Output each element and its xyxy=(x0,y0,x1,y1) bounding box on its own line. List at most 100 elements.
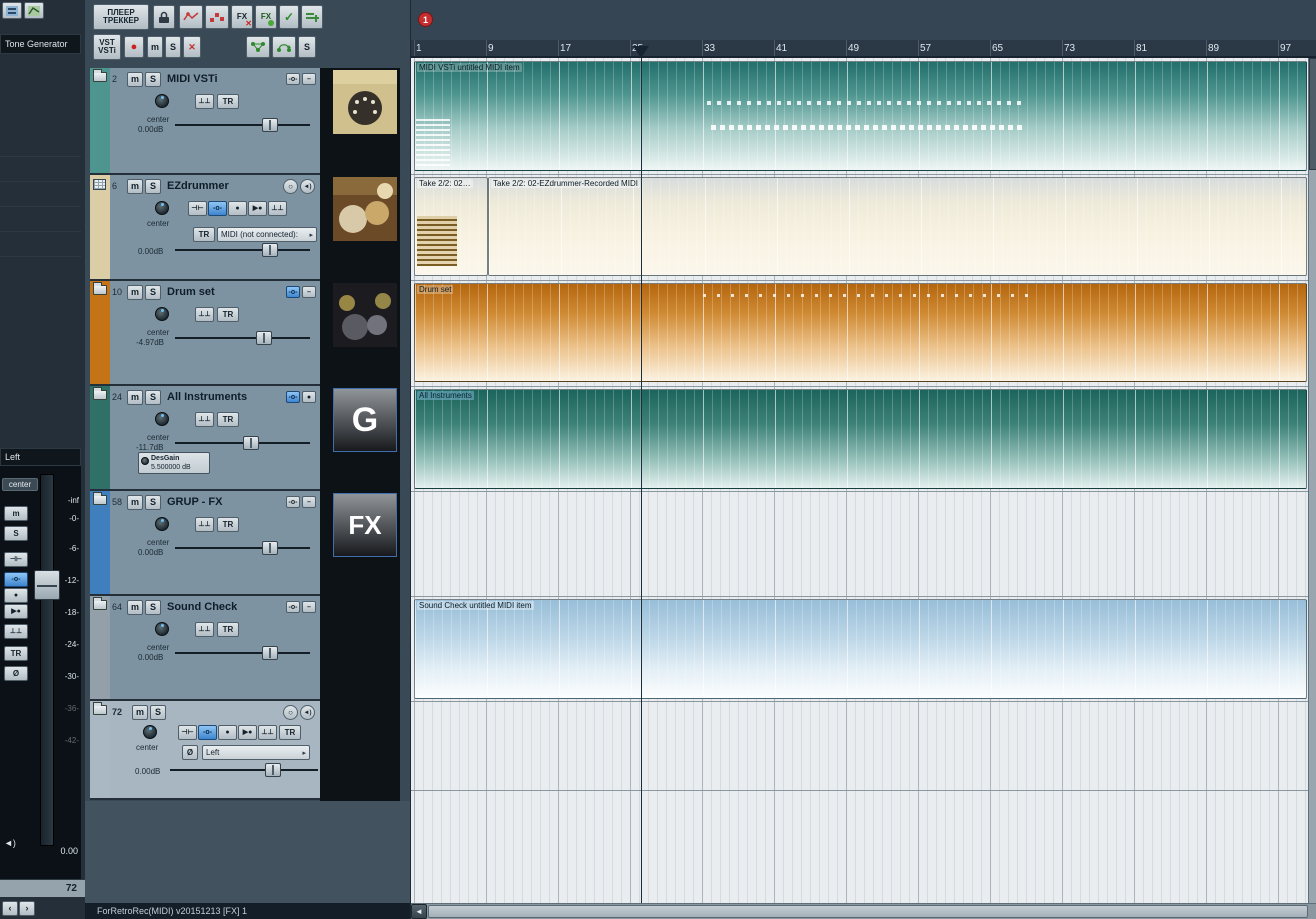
env-mini-button[interactable]: -o- xyxy=(286,496,300,508)
pan-knob[interactable] xyxy=(155,94,169,108)
add-track-icon[interactable] xyxy=(301,5,323,29)
track-image-midi-vsti[interactable] xyxy=(333,70,397,134)
pan-knob[interactable] xyxy=(143,725,157,739)
channels-button[interactable]: ⊥⊥ xyxy=(195,517,214,532)
remove-x-button[interactable]: ✕ xyxy=(183,36,201,58)
solo-button[interactable]: S xyxy=(145,179,161,194)
mute-button[interactable]: m xyxy=(132,705,148,720)
record-mode-button[interactable]: ● xyxy=(228,201,247,216)
master-record-button[interactable]: ● xyxy=(4,588,28,603)
volume-fader[interactable] xyxy=(175,646,310,660)
envelope-write-icon[interactable] xyxy=(179,5,203,29)
folder-icon[interactable] xyxy=(93,282,107,295)
fx-bypass-button[interactable]: FX ✕ xyxy=(231,5,253,29)
tr-button[interactable]: TR xyxy=(279,725,301,740)
env-button[interactable]: -o- xyxy=(208,201,227,216)
track-name[interactable]: MIDI VSTi xyxy=(167,73,218,85)
env-io-button[interactable]: ⊣⊢ xyxy=(178,725,197,740)
track-name[interactable]: All Instruments xyxy=(167,391,247,403)
record-mode-button[interactable]: ● xyxy=(218,725,237,740)
volume-fader[interactable] xyxy=(175,243,310,257)
track-color-strip[interactable] xyxy=(90,386,110,489)
master-mute-button[interactable]: m xyxy=(4,506,28,521)
mute-toolbar-button[interactable]: m xyxy=(147,36,163,58)
tr-button[interactable]: TR xyxy=(193,227,215,242)
solo-button[interactable]: S xyxy=(145,72,161,87)
hscroll-left-arrow[interactable]: ◄ xyxy=(411,904,427,919)
folder-icon[interactable] xyxy=(93,597,107,610)
scroll-left-button[interactable]: ‹ xyxy=(2,901,18,916)
media-item-take1[interactable]: Take 2/2: 02… xyxy=(414,177,488,276)
volume-fader[interactable] xyxy=(175,331,310,345)
output-routing-dropdown[interactable]: Left ▸ xyxy=(202,745,310,760)
record-arm-button[interactable]: ○ xyxy=(283,705,298,720)
master-fader-thumb[interactable] xyxy=(34,570,60,600)
mute-button[interactable]: m xyxy=(127,495,143,510)
solo-button[interactable]: S xyxy=(145,495,161,510)
pan-knob[interactable] xyxy=(155,517,169,531)
track-badge-g[interactable]: G xyxy=(333,388,397,452)
channels-button[interactable]: ⊥⊥ xyxy=(195,307,214,322)
track-panel-midi-vsti[interactable]: 2 m S MIDI VSTi -o- – ⊥⊥ TR center 0.00d… xyxy=(90,68,320,175)
scroll-right-button[interactable]: › xyxy=(19,901,35,916)
track-badge-fx[interactable]: FX xyxy=(333,493,397,557)
monitor-button[interactable]: ▶● xyxy=(238,725,257,740)
folder-icon[interactable] xyxy=(93,387,107,400)
mute-button[interactable]: m xyxy=(127,72,143,87)
mute-button[interactable]: m xyxy=(127,179,143,194)
solo-all-button[interactable]: S xyxy=(298,36,316,58)
envelope-panel-icon[interactable] xyxy=(24,2,44,19)
track-panel-sound-check[interactable]: 64 m S Sound Check -o- – ⊥⊥ TR center 0.… xyxy=(90,596,320,701)
master-solo-button[interactable]: S xyxy=(4,526,28,541)
fx-mini-button[interactable]: – xyxy=(302,73,316,85)
master-tr-button[interactable]: TR xyxy=(4,646,28,661)
arrange-top-band[interactable] xyxy=(411,0,1316,40)
master-fader-groove[interactable] xyxy=(40,474,54,846)
mute-button[interactable]: m xyxy=(127,390,143,405)
channels-button[interactable]: ⊥⊥ xyxy=(268,201,287,216)
fx-mini-button[interactable]: – xyxy=(302,286,316,298)
channels-button[interactable]: ⊥⊥ xyxy=(195,622,214,637)
fx-mini-button[interactable]: ● xyxy=(302,391,316,403)
vst-vsti-button[interactable]: VST VSTi xyxy=(93,34,121,60)
volume-fader[interactable] xyxy=(175,541,310,555)
monitor-speaker-button[interactable]: ◄) xyxy=(300,179,315,194)
player-tracker-button[interactable]: ПЛЕЕР ТРЕККЕР xyxy=(93,4,149,30)
env-io-button[interactable]: ⊣⊢ xyxy=(188,201,207,216)
horizontal-scrollbar-thumb[interactable] xyxy=(428,905,1308,918)
channels-button[interactable]: ⊥⊥ xyxy=(258,725,277,740)
env-mini-button[interactable]: -o- xyxy=(286,73,300,85)
vertical-scrollbar-thumb[interactable] xyxy=(1309,58,1316,170)
arrange-lanes[interactable]: MIDI VSTi untitled MIDI item Take 2/2: 0… xyxy=(411,58,1309,903)
pan-knob[interactable] xyxy=(155,622,169,636)
master-pan-chip[interactable]: center xyxy=(2,478,38,491)
folder-icon[interactable] xyxy=(93,702,107,715)
folder-icon[interactable] xyxy=(93,492,107,505)
env-mini-button[interactable]: -o- xyxy=(286,391,300,403)
media-item-all-instruments[interactable]: All Instruments xyxy=(414,389,1307,489)
master-channels-button[interactable]: ⊥⊥ xyxy=(4,624,28,639)
midi-input-dropdown[interactable]: MIDI (not connected): ▸ xyxy=(217,227,317,242)
track-name[interactable]: Drum set xyxy=(167,286,215,298)
phase-button[interactable]: Ø xyxy=(182,745,198,760)
media-item-take2[interactable]: Take 2/2: 02-EZdrummer-Recorded MIDI xyxy=(488,177,1307,276)
env-mini-button[interactable]: -o- xyxy=(286,601,300,613)
track-name[interactable]: Sound Check xyxy=(167,601,237,613)
volume-fader[interactable] xyxy=(175,436,310,450)
track-name[interactable]: GRUP - FX xyxy=(167,496,222,508)
master-phase-button[interactable]: Ø xyxy=(4,666,28,681)
solo-button[interactable]: S xyxy=(150,705,166,720)
horizontal-scrollbar[interactable]: ◄ xyxy=(411,903,1316,919)
master-name-row[interactable]: Tone Generator xyxy=(0,34,81,54)
track-panel-drum-set[interactable]: 10 m S Drum set -o- – ⊥⊥ TR center -4.97… xyxy=(90,281,320,386)
env-mini-button[interactable]: -o- xyxy=(286,286,300,298)
pan-knob[interactable] xyxy=(155,307,169,321)
track-color-strip[interactable] xyxy=(90,701,110,798)
track-color-strip[interactable] xyxy=(90,175,110,279)
channels-button[interactable]: ⊥⊥ xyxy=(195,94,214,109)
fx-mini-button[interactable]: – xyxy=(302,496,316,508)
routing-icon[interactable] xyxy=(246,36,270,58)
track-color-strip[interactable] xyxy=(90,281,110,384)
master-env-button[interactable]: -o- xyxy=(4,572,28,587)
track-panel-ezdrummer[interactable]: 6 m S EZdrummer ○ ◄) ⊣⊢ -o- ● ▶● ⊥⊥ cent… xyxy=(90,175,320,281)
